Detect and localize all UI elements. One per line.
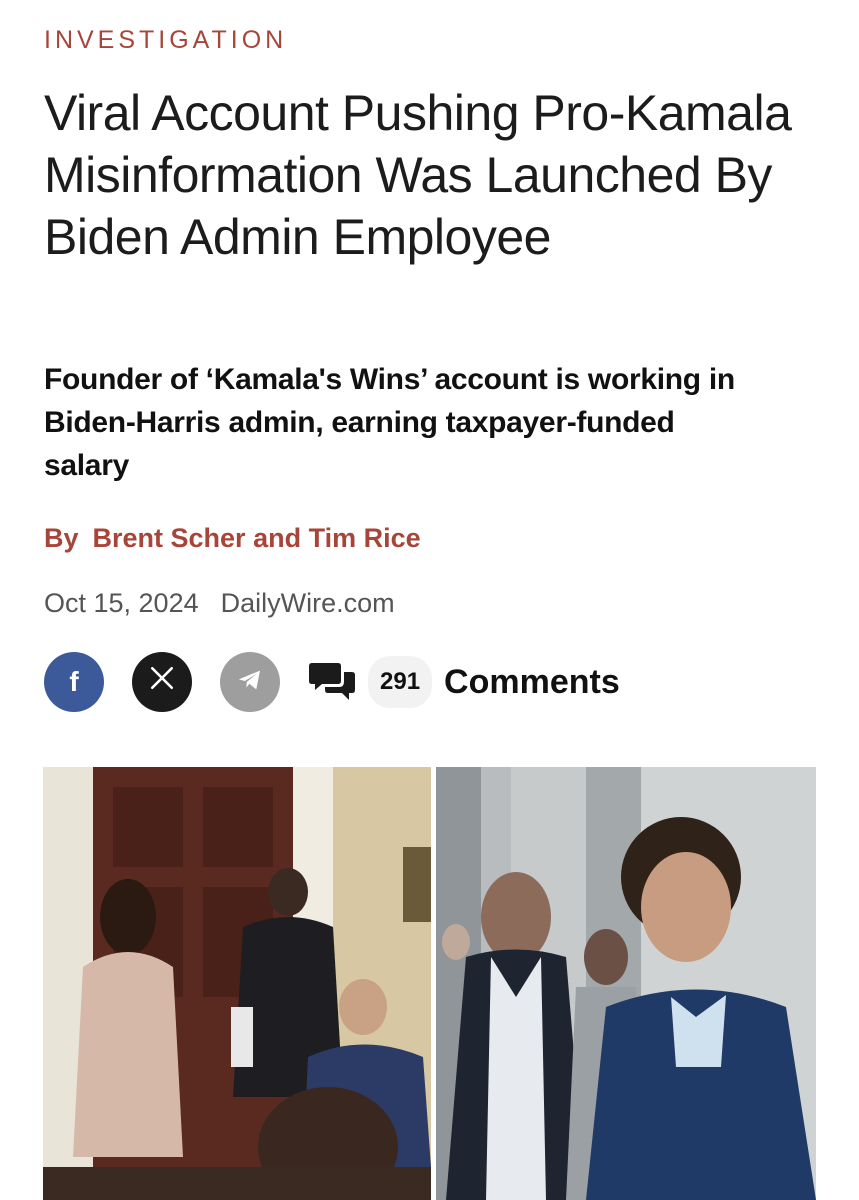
byline: By Brent Scher and Tim Rice: [44, 523, 421, 554]
comment-bubbles-icon[interactable]: [308, 659, 356, 705]
comment-count-badge[interactable]: 291: [368, 656, 433, 708]
facebook-share-button[interactable]: f: [44, 652, 104, 712]
x-icon: [149, 665, 175, 699]
article: INVESTIGATION Viral Account Pushing Pro-…: [0, 0, 859, 1200]
facebook-icon: f: [69, 666, 79, 697]
article-photo-left: [43, 767, 431, 1200]
article-meta: Oct 15, 2024 DailyWire.com: [44, 588, 395, 619]
comments-link[interactable]: Comments: [444, 663, 620, 702]
source-name: DailyWire.com: [220, 588, 395, 618]
x-share-button[interactable]: [132, 652, 192, 712]
share-bar: f 291 Comments: [44, 652, 620, 712]
section-kicker[interactable]: INVESTIGATION: [44, 26, 287, 55]
subheadline: Founder of ‘Kamala's Wins’ account is wo…: [44, 363, 735, 482]
telegram-share-button[interactable]: [220, 652, 280, 712]
byline-authors[interactable]: Brent Scher and Tim Rice: [93, 523, 421, 554]
headline: Viral Account Pushing Pro-Kamala Misinfo…: [44, 85, 792, 265]
article-photo-right: [436, 767, 816, 1200]
telegram-icon: [235, 665, 265, 700]
byline-prefix: By: [44, 523, 79, 553]
publish-date: Oct 15, 2024: [44, 588, 199, 618]
